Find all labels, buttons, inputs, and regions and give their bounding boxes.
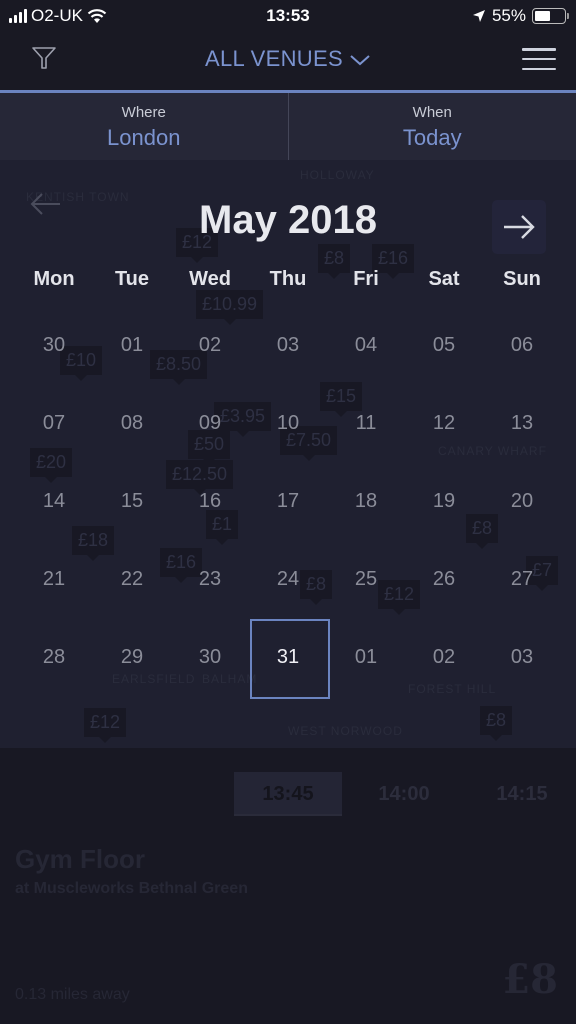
calendar-day[interactable]: 28 [15, 618, 93, 696]
calendar-day[interactable]: 13 [483, 384, 561, 462]
calendar-day[interactable]: 02 [171, 306, 249, 384]
next-month-button[interactable] [492, 200, 546, 254]
battery-fill [535, 11, 551, 21]
calendar-day[interactable]: 14 [15, 462, 93, 540]
calendar-day[interactable]: 26 [405, 540, 483, 618]
distance-text: 0.13 miles away [15, 986, 130, 1003]
calendar-day[interactable]: 06 [483, 306, 561, 384]
calendar-day[interactable]: 05 [405, 306, 483, 384]
chevron-down-icon [350, 55, 370, 66]
nav-header: ALL VENUES [0, 34, 576, 90]
calendar-day[interactable]: 01 [327, 618, 405, 696]
when-label: When [412, 104, 452, 121]
weekday-label: Mon [33, 268, 75, 290]
calendar-day[interactable]: 04 [327, 306, 405, 384]
weekday-header: Mon Tue Wed Thu Fri Sat Sun [15, 268, 561, 291]
calendar-day[interactable]: 03 [249, 306, 327, 384]
days-grid: 30 01 02 03 04 05 06 07 08 09 10 11 12 1… [15, 306, 561, 699]
calendar-day[interactable]: 12 [405, 384, 483, 462]
status-bar: O2-UK 13:53 55% [0, 0, 576, 34]
venues-dropdown-label: ALL VENUES [205, 46, 343, 71]
weekday-label: Sat [428, 268, 460, 290]
calendar-day[interactable]: 16 [171, 462, 249, 540]
weekday-label: Thu [269, 268, 307, 290]
calendar-overlay: May 2018 Mon Tue Wed Thu Fri Sat Sun 30 … [0, 160, 576, 748]
calendar-day[interactable]: 25 [327, 540, 405, 618]
time-slot[interactable]: 14:00 [350, 772, 458, 816]
time-slot-active[interactable]: 13:45 [234, 772, 342, 816]
arrow-right-icon [504, 215, 535, 239]
weekday-label: Tue [114, 268, 150, 290]
venues-dropdown[interactable]: ALL VENUES [0, 46, 576, 72]
where-label: Where [121, 104, 166, 121]
calendar-day[interactable]: 11 [327, 384, 405, 462]
calendar-day[interactable]: 30 [15, 306, 93, 384]
calendar-day[interactable]: 19 [405, 462, 483, 540]
month-title: May 2018 [199, 198, 377, 242]
class-name: Gym Floor [15, 844, 146, 874]
calendar-day[interactable]: 10 [249, 384, 327, 462]
class-card[interactable]: 13:45 14:00 14:15 Gym Floor at Musclewor… [0, 748, 576, 1024]
where-value: London [107, 125, 181, 150]
screen: HOLLOWAY KENTISH TOWN CANARY WHARF EARLS… [0, 0, 576, 1024]
price-label: £8 [502, 956, 558, 1003]
calendar-day[interactable]: 24 [249, 540, 327, 618]
calendar-day[interactable]: 07 [15, 384, 93, 462]
venue-name: at Muscleworks Bethnal Green [15, 880, 248, 897]
battery-icon [532, 8, 569, 24]
where-selector[interactable]: Where London [0, 93, 288, 160]
calendar-day[interactable]: 21 [15, 540, 93, 618]
calendar-day[interactable]: 22 [93, 540, 171, 618]
month-navigation: May 2018 [0, 178, 576, 254]
calendar-day[interactable]: 17 [249, 462, 327, 540]
calendar-day-selected[interactable]: 31 [249, 618, 330, 699]
calendar-day[interactable]: 29 [93, 618, 171, 696]
time-slots: 13:45 14:00 14:15 [0, 772, 576, 822]
location-arrow-icon [472, 10, 485, 22]
when-value: Today [402, 125, 462, 150]
time-slot[interactable]: 14:15 [468, 772, 576, 816]
status-right: 55% [472, 6, 569, 26]
calendar-day[interactable]: 18 [327, 462, 405, 540]
hamburger-menu-icon[interactable] [522, 48, 556, 70]
weekday-label: Fri [353, 268, 379, 290]
when-selector[interactable]: When Today [287, 93, 576, 160]
calendar-day[interactable]: 09 [171, 384, 249, 462]
calendar-day[interactable]: 02 [405, 618, 483, 696]
weekday-label: Sun [503, 268, 541, 290]
calendar-day[interactable]: 20 [483, 462, 561, 540]
battery-percent: 55% [491, 6, 526, 25]
weekday-label: Wed [189, 268, 231, 290]
calendar-day[interactable]: 15 [93, 462, 171, 540]
calendar-day[interactable]: 01 [93, 306, 171, 384]
where-when-bar: Where London When Today [0, 93, 576, 160]
calendar-day[interactable]: 30 [171, 618, 249, 696]
calendar-day[interactable]: 03 [483, 618, 561, 696]
calendar-day[interactable]: 27 [483, 540, 561, 618]
calendar-day[interactable]: 23 [171, 540, 249, 618]
calendar-day[interactable]: 08 [93, 384, 171, 462]
